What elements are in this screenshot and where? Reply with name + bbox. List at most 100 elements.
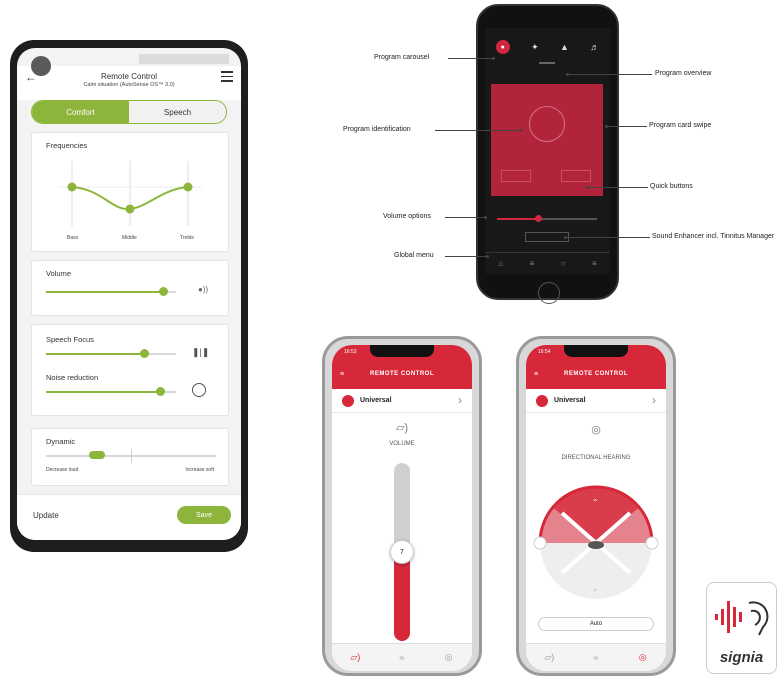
notch: [370, 345, 434, 357]
page-title: Remote Control: [100, 72, 158, 81]
tab-bar: ▱) ≈ ◎: [332, 643, 472, 671]
annotation-global-menu: Global menu: [394, 252, 434, 259]
speech-focus-handle[interactable]: [140, 349, 149, 358]
tab-speech[interactable]: Speech: [129, 101, 226, 123]
chevron-right-icon[interactable]: ›: [652, 393, 656, 407]
directional-dial[interactable]: ⌃ ⌄: [532, 473, 660, 601]
program-selector[interactable]: Universal ›: [526, 389, 666, 413]
increase-soft-label: Increase soft: [185, 467, 214, 473]
bass-handle[interactable]: [67, 182, 77, 192]
dynamic-center-mark: [131, 449, 132, 463]
program-icon-3[interactable]: ▲: [560, 42, 569, 52]
status-bar: [139, 54, 229, 66]
annotation-program-carousel: Program carousel: [374, 54, 430, 61]
bass-label: Bass: [67, 235, 79, 241]
program-icon-4[interactable]: ♬: [590, 42, 599, 52]
app-header: ← Remote Control Calm situation (AutoSen…: [17, 66, 241, 100]
phone-d-screen: 16:54 ≡ REMOTE CONTROL Universal › ◎ DIR…: [526, 345, 666, 671]
program-name: Universal: [554, 397, 586, 404]
directional-icon: ◎: [591, 424, 601, 436]
dynamic-title: Dynamic: [46, 437, 76, 446]
hamburger-menu-icon[interactable]: [221, 71, 233, 85]
volume-handle[interactable]: [535, 215, 542, 222]
update-label: Update: [33, 511, 59, 520]
left-range-handle[interactable]: [533, 536, 547, 550]
noise-reduction-title: Noise reduction: [46, 373, 99, 382]
frequencies-card: Frequencies Bass Middle Treble: [31, 132, 229, 252]
volume-slider-handle[interactable]: [159, 287, 168, 296]
page-title: REMOTE CONTROL: [564, 371, 628, 377]
right-range-handle[interactable]: [645, 536, 659, 550]
page-title: REMOTE CONTROL: [370, 371, 434, 377]
annotation-sound-enhancer: Sound Enhancer incl. Tinnitus Manager: [652, 233, 775, 240]
quick-button-2[interactable]: [561, 170, 591, 182]
program-selector[interactable]: Universal ›: [332, 389, 472, 413]
dynamic-card: Dynamic Decrease loud Increase soft: [31, 428, 229, 486]
program-icon: [536, 395, 548, 407]
directional-tab-icon[interactable]: ◎: [619, 644, 666, 671]
tab-comfort[interactable]: Comfort: [32, 101, 129, 123]
directional-tab-icon[interactable]: ◎: [425, 644, 472, 671]
tab-icon-4[interactable]: ≡: [592, 259, 597, 268]
volume-tab-icon[interactable]: ▱): [526, 644, 573, 671]
android-phone: ← Remote Control Calm situation (AutoSen…: [10, 40, 248, 552]
speech-noise-card: Speech Focus ❚|❚ Noise reduction: [31, 324, 229, 416]
annotation-volume-options: Volume options: [383, 213, 431, 220]
tab-icon-2[interactable]: ≡: [530, 259, 535, 268]
sound-enhancer-button[interactable]: [525, 232, 569, 242]
notch: [564, 345, 628, 357]
page-subtitle: Calm situation (AutoSense OS™ 3.0): [83, 82, 175, 88]
speech-focus-icon: ❚|❚: [192, 347, 210, 357]
phone-a-screen: ← Remote Control Calm situation (AutoSen…: [17, 48, 241, 540]
svg-text:⌃: ⌃: [592, 498, 599, 507]
annotation-quick-buttons: Quick buttons: [650, 183, 693, 190]
dynamic-slider-handle[interactable]: [89, 451, 105, 459]
tab-icon-3[interactable]: ○: [561, 259, 566, 268]
iphone-directional: 16:54 ≡ REMOTE CONTROL Universal › ◎ DIR…: [516, 336, 676, 676]
home-button[interactable]: [538, 282, 560, 304]
auto-button[interactable]: Auto: [538, 617, 654, 631]
home-tab-icon[interactable]: ⌂: [498, 259, 503, 268]
equalizer-tab-icon[interactable]: ≈: [379, 644, 426, 671]
volume-fill: [497, 218, 537, 220]
speaker-icon: ●)): [198, 285, 209, 294]
noise-reduction-fill: [46, 391, 160, 393]
program-card[interactable]: [491, 84, 603, 196]
signia-sound-wave-icon: [715, 601, 769, 636]
phone-c-screen: 16:53 ≡ REMOTE CONTROL Universal › ▱) VO…: [332, 345, 472, 671]
top-bar: 16:53 ≡ REMOTE CONTROL: [332, 345, 472, 389]
equalizer-tab-icon[interactable]: ≈: [573, 644, 620, 671]
middle-handle[interactable]: [125, 204, 135, 214]
annotation-program-card-swipe: Program card swipe: [649, 122, 712, 129]
program-name: Universal: [360, 397, 392, 404]
chevron-right-icon[interactable]: ›: [458, 393, 462, 407]
annotation-program-overview: Program overview: [655, 70, 712, 77]
tab-bar: ▱) ≈ ◎: [526, 643, 666, 671]
quick-button-1[interactable]: [501, 170, 531, 182]
status-time: 16:54: [538, 349, 551, 355]
global-menu: ⌂ ≡ ○ ≡: [485, 252, 610, 274]
program-icon-2[interactable]: ✦: [531, 42, 539, 53]
save-button[interactable]: Save: [177, 506, 231, 524]
iphone-volume: 16:53 ≡ REMOTE CONTROL Universal › ▱) VO…: [322, 336, 482, 676]
volume-fill: [46, 291, 163, 293]
speaker-icon: ▱): [395, 422, 409, 434]
volume-slider-handle[interactable]: 7: [390, 540, 414, 564]
speech-focus-fill: [46, 353, 144, 355]
frequencies-title: Frequencies: [46, 141, 88, 150]
program-icon-active[interactable]: ●: [495, 40, 510, 54]
top-bar: 16:54 ≡ REMOTE CONTROL: [526, 345, 666, 389]
program-overview-handle[interactable]: [539, 62, 555, 64]
bottom-bar: Update Save: [17, 494, 241, 540]
decrease-loud-label: Decrease loud: [46, 467, 79, 473]
volume-card: Volume ●)): [31, 260, 229, 316]
volume-title: Volume: [46, 269, 72, 278]
volume-tab-icon[interactable]: ▱): [332, 644, 379, 671]
treble-label: Treble: [180, 235, 194, 241]
treble-handle[interactable]: [183, 182, 193, 192]
program-carousel[interactable]: ● ✦ ▲ ♬: [485, 34, 610, 60]
frequency-curve[interactable]: [32, 151, 230, 241]
noise-reduction-handle[interactable]: [156, 387, 165, 396]
mode-segmented-control: Comfort Speech: [31, 100, 227, 124]
annotation-program-identification: Program identification: [343, 126, 411, 133]
